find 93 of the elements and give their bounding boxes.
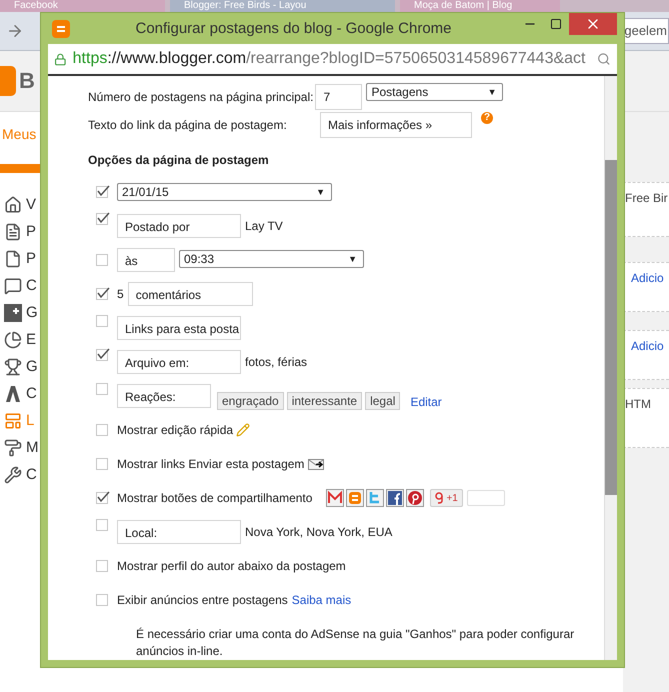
layout-icon <box>4 412 22 430</box>
url-text: https://www.blogger.com/rearrange?blogID=5750650314589677443&act <box>72 50 586 68</box>
facebook-icon[interactable] <box>386 489 404 508</box>
checkbox[interactable] <box>96 213 108 226</box>
field-value: Nova York, Nova York, EUA <box>245 525 392 540</box>
text-field[interactable]: Arquivo em: <box>117 350 241 374</box>
checkbox[interactable] <box>96 383 108 396</box>
google-plus-icon <box>4 304 22 322</box>
forward-icon[interactable] <box>6 22 24 40</box>
checkbox[interactable] <box>96 424 108 436</box>
caret-icon: ▼ <box>316 187 325 198</box>
header-title: B <box>19 68 35 94</box>
window-title: Configurar postagens do blog - Google Chrome <box>134 20 453 37</box>
link-text-field[interactable]: Mais informações » <box>320 112 472 138</box>
search-icon[interactable] <box>597 51 611 67</box>
caret-icon: ▼ <box>348 254 357 264</box>
sidebar-item[interactable]: E <box>26 331 36 348</box>
checkbox[interactable] <box>96 560 108 572</box>
checkbox[interactable] <box>96 519 108 532</box>
checkbox[interactable] <box>96 594 108 606</box>
date-select[interactable]: 21/01/15 ▼ <box>117 183 332 202</box>
reaction-tag: interessante <box>286 392 362 410</box>
panel-text: HTM <box>623 388 669 448</box>
pinterest-icon[interactable] <box>406 489 424 508</box>
lock-icon <box>54 52 67 66</box>
close-button[interactable] <box>569 13 617 35</box>
sidebar-item[interactable]: G <box>26 358 38 375</box>
pie-chart-icon <box>4 330 22 348</box>
field-value: fotos, férias <box>245 355 308 370</box>
reaction-tag: engraçado <box>217 392 284 410</box>
add-gadget-link[interactable]: Adicio <box>623 262 669 312</box>
comment-count: 5 <box>117 287 124 302</box>
caret-icon: ▼ <box>488 87 496 97</box>
wrench-icon <box>4 466 22 484</box>
sidebar-item[interactable]: G <box>26 304 38 321</box>
adsense-note: É necessário criar uma conta do AdSense na guia "Ganhos" para poder configurar anúncios in-line. <box>136 626 576 660</box>
option-label: Mostrar botões de compartilhamento <box>117 491 312 506</box>
sidebar-item[interactable]: P <box>26 250 36 267</box>
text-field[interactable]: Links para esta posta <box>117 316 241 340</box>
paint-roller-icon <box>4 438 22 456</box>
edit-link[interactable]: Editar <box>410 395 442 410</box>
trophy-icon <box>4 358 22 376</box>
document-icon <box>4 222 22 240</box>
maximize-icon <box>550 18 562 30</box>
checkbox[interactable] <box>96 186 108 198</box>
text-field[interactable]: Local: <box>117 520 241 544</box>
checkbox[interactable] <box>96 315 108 328</box>
pencil-icon <box>236 423 250 438</box>
active-bar <box>0 164 40 173</box>
field-label: Número de postagens na página principal: <box>88 90 314 104</box>
option-label: Exibir anúncios entre postagens <box>117 593 288 608</box>
checkbox[interactable] <box>96 458 108 470</box>
text-field[interactable]: Reações: <box>117 384 211 408</box>
count-bubble <box>466 490 505 506</box>
field-label: Texto do link da página de postagem: <box>88 118 288 132</box>
plus-one-button[interactable]: +1 <box>430 489 463 508</box>
reaction-tag: legal <box>365 392 400 410</box>
checkbox[interactable] <box>96 288 108 300</box>
twitter-icon[interactable] <box>366 489 384 508</box>
time-select[interactable]: 09:33 ▼ <box>179 250 364 268</box>
option-label: Mostrar perfil do autor abaixo da postagem <box>117 559 346 574</box>
sidebar-item[interactable]: P <box>26 223 36 240</box>
sidebar-item[interactable]: M <box>26 439 38 456</box>
checkbox[interactable] <box>96 492 108 504</box>
gmail-icon[interactable] <box>326 489 344 508</box>
field-value: Lay TV <box>245 219 283 234</box>
checkbox[interactable] <box>96 349 108 362</box>
scrollbar-thumb[interactable] <box>605 160 617 495</box>
sidebar-item[interactable]: C <box>26 385 37 402</box>
sidebar-item[interactable]: C <box>26 277 37 294</box>
checkbox[interactable] <box>96 254 108 266</box>
envelope-icon <box>308 458 324 470</box>
section-heading: Opções da página de postagem <box>88 152 270 168</box>
panel-text: Free Bir <box>623 182 669 237</box>
option-label: Mostrar edição rápida <box>117 423 234 438</box>
menu-heading: Meus <box>1 125 38 144</box>
option-label: Mostrar links Enviar esta postagem <box>117 457 304 472</box>
text-field[interactable]: Postado por <box>117 214 241 238</box>
sidebar-item[interactable]: C <box>26 466 37 483</box>
unit-select[interactable]: Postagens ▼ <box>366 83 504 101</box>
blogger-icon[interactable] <box>346 489 364 508</box>
sidebar-item[interactable]: V <box>26 196 36 213</box>
text-field[interactable]: comentários <box>128 282 253 306</box>
comment-icon <box>4 276 22 294</box>
posts-count-field[interactable]: 7 <box>315 84 362 110</box>
google-plus-icon <box>435 492 444 504</box>
page-icon <box>4 250 22 268</box>
home-icon <box>4 196 22 214</box>
letter-shape-icon <box>4 384 22 402</box>
add-gadget-link[interactable]: Adicio <box>623 330 669 380</box>
learn-more-link[interactable]: Saiba mais <box>292 593 352 608</box>
blogger-icon <box>52 20 70 38</box>
text-field[interactable]: às <box>117 248 175 272</box>
